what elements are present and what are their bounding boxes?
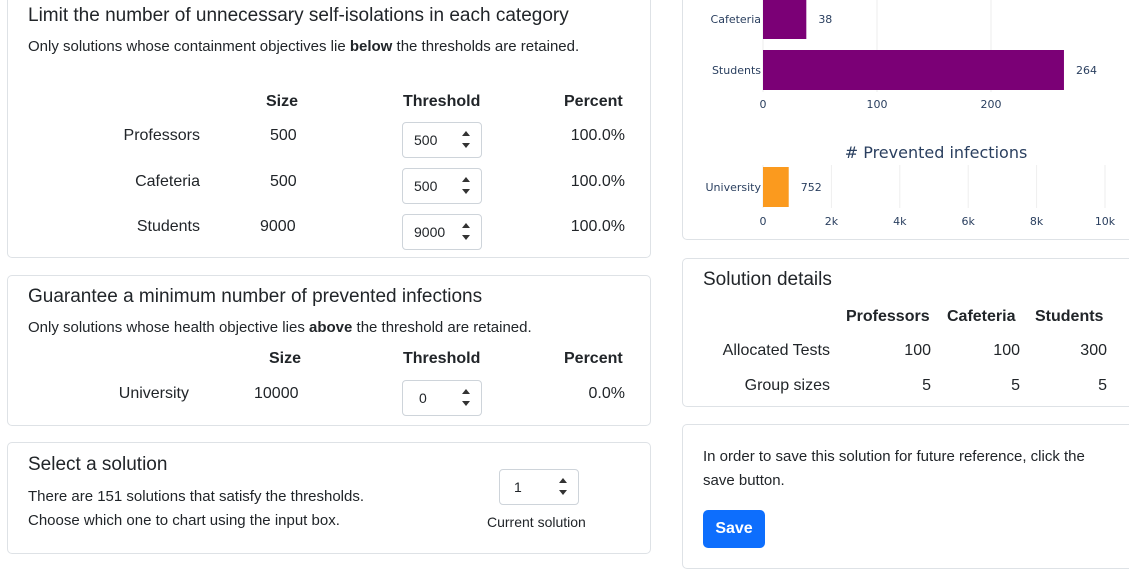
infections-threshold-title: Guarantee a minimum number of prevented … (28, 286, 483, 307)
percent-university: 0.0% (588, 385, 625, 402)
infections-threshold-description: Only solutions whose health objective li… (28, 319, 532, 336)
save-instructions: In order to save this solution for futur… (703, 448, 1085, 489)
threshold-value: 0 (419, 390, 427, 406)
size-professors: 500 (270, 127, 297, 144)
charts-svg: 0 100 200 Cafeteria 38 Students 264 # Prevente… (706, 0, 1116, 228)
chart-title: # Prevented infections (845, 143, 1028, 162)
x-tick-label: 0 (760, 215, 767, 228)
x-tick-label: 4k (893, 215, 907, 228)
size-university: 10000 (254, 385, 299, 402)
details-row-label-tests: Allocated Tests (722, 342, 830, 359)
category-label: University (706, 181, 762, 194)
threshold-input-cafeteria[interactable]: 500 (402, 168, 482, 204)
threshold-input-students[interactable]: 9000 (402, 214, 482, 250)
solution-value: 1 (514, 479, 522, 495)
x-tick-label: 0 (760, 98, 767, 111)
bar-university (763, 167, 789, 207)
x-tick-label: 10k (1095, 215, 1116, 228)
details-groups-professors: 5 (922, 377, 931, 394)
details-tests-cafeteria: 100 (993, 342, 1020, 359)
x-tick-label: 200 (981, 98, 1002, 111)
threshold-value: 500 (414, 132, 438, 148)
choose-solution-text: Choose which one to chart using the inpu… (28, 512, 340, 529)
value-label: 264 (1076, 64, 1097, 77)
size-column-header: Size (266, 93, 299, 110)
percent-cafeteria: 100.0% (570, 173, 625, 190)
save-button[interactable]: Save (703, 510, 765, 548)
details-col-cafeteria: Cafeteria (947, 308, 1016, 325)
x-tick-label: 2k (825, 215, 839, 228)
threshold-value: 9000 (414, 224, 446, 240)
current-solution-input[interactable]: 1 (499, 469, 579, 505)
bar-students (763, 50, 1064, 90)
value-label: 38 (818, 13, 832, 26)
current-solution-caption: Current solution (487, 514, 586, 530)
threshold-column-header: Threshold (403, 350, 481, 367)
percent-column-header: Percent (564, 350, 623, 367)
category-label: Students (712, 64, 761, 77)
percent-professors: 100.0% (570, 127, 625, 144)
category-label: Cafeteria (711, 13, 761, 26)
details-col-professors: Professors (846, 308, 930, 325)
size-cafeteria: 500 (270, 173, 297, 190)
x-tick-label: 8k (1030, 215, 1044, 228)
size-column-header: Size (269, 350, 302, 367)
row-label-students: Students (136, 218, 200, 235)
row-label-university: University (118, 385, 189, 402)
details-tests-students: 300 (1080, 342, 1107, 359)
row-label-cafeteria: Cafeteria (135, 173, 200, 190)
details-col-students: Students (1035, 308, 1104, 325)
details-row-label-groups: Group sizes (744, 377, 830, 394)
spinner-arrows-icon[interactable] (462, 223, 472, 243)
details-groups-cafeteria: 5 (1011, 377, 1020, 394)
solutions-count-text: There are 151 solutions that satisfy the… (28, 488, 365, 505)
threshold-input-university[interactable]: 0 (402, 380, 482, 416)
spinner-arrows-icon[interactable] (559, 478, 569, 498)
details-tests-professors: 100 (904, 342, 931, 359)
solution-details-title: Solution details (703, 269, 832, 290)
select-solution-title: Select a solution (28, 454, 168, 475)
threshold-column-header: Threshold (403, 93, 481, 110)
percent-column-header: Percent (564, 93, 623, 110)
size-students: 9000 (260, 218, 296, 235)
bar-cafeteria (763, 0, 807, 39)
spinner-arrows-icon[interactable] (462, 389, 472, 409)
isolation-thresholds-title: Limit the number of unnecessary self-iso… (28, 5, 569, 26)
x-tick-label: 100 (867, 98, 888, 111)
row-label-professors: Professors (123, 127, 200, 144)
spinner-arrows-icon[interactable] (462, 131, 472, 151)
isolation-chart: 0 100 200 Cafeteria 38 Students 264 (711, 0, 1097, 111)
x-tick-label: 6k (962, 215, 976, 228)
value-label: 752 (801, 181, 822, 194)
threshold-value: 500 (414, 178, 438, 194)
isolation-thresholds-description: Only solutions whose containment objecti… (28, 38, 580, 55)
infections-chart: # Prevented infections 0 2k 4k 6k 8k 10k Univer… (706, 143, 1116, 228)
spinner-arrows-icon[interactable] (462, 177, 472, 197)
threshold-input-professors[interactable]: 500 (402, 122, 482, 158)
percent-students: 100.0% (570, 218, 625, 235)
details-groups-students: 5 (1098, 377, 1107, 394)
